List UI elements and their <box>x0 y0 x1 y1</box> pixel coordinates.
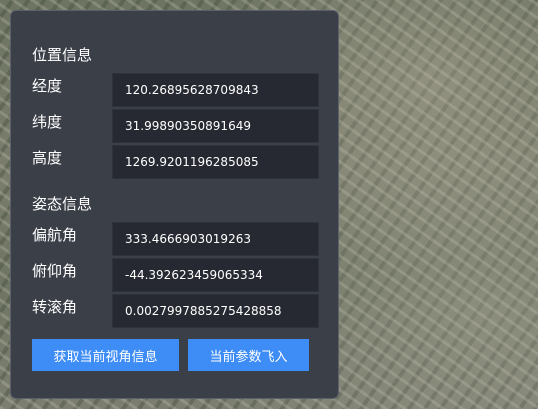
position-section-title: 位置信息 <box>32 46 93 64</box>
longitude-label: 经度 <box>32 77 63 95</box>
attitude-section-title: 姿态信息 <box>32 195 93 213</box>
altitude-input[interactable] <box>112 145 319 179</box>
roll-input[interactable] <box>112 294 319 328</box>
roll-label: 转滚角 <box>32 298 78 316</box>
longitude-input[interactable] <box>112 73 319 107</box>
heading-label: 偏航角 <box>32 226 78 244</box>
fly-to-parameters-button[interactable]: 当前参数飞入 <box>188 339 309 371</box>
pitch-label: 俯仰角 <box>32 262 78 280</box>
get-current-view-button[interactable]: 获取当前视角信息 <box>32 339 179 371</box>
pitch-input[interactable] <box>112 258 319 292</box>
heading-input[interactable] <box>112 222 319 256</box>
camera-parameters-panel: 位置信息 经度 纬度 高度 姿态信息 偏航角 俯仰角 转滚角 获取当前视角信息 … <box>10 10 339 399</box>
latitude-input[interactable] <box>112 109 319 143</box>
altitude-label: 高度 <box>32 149 63 167</box>
latitude-label: 纬度 <box>32 113 63 131</box>
